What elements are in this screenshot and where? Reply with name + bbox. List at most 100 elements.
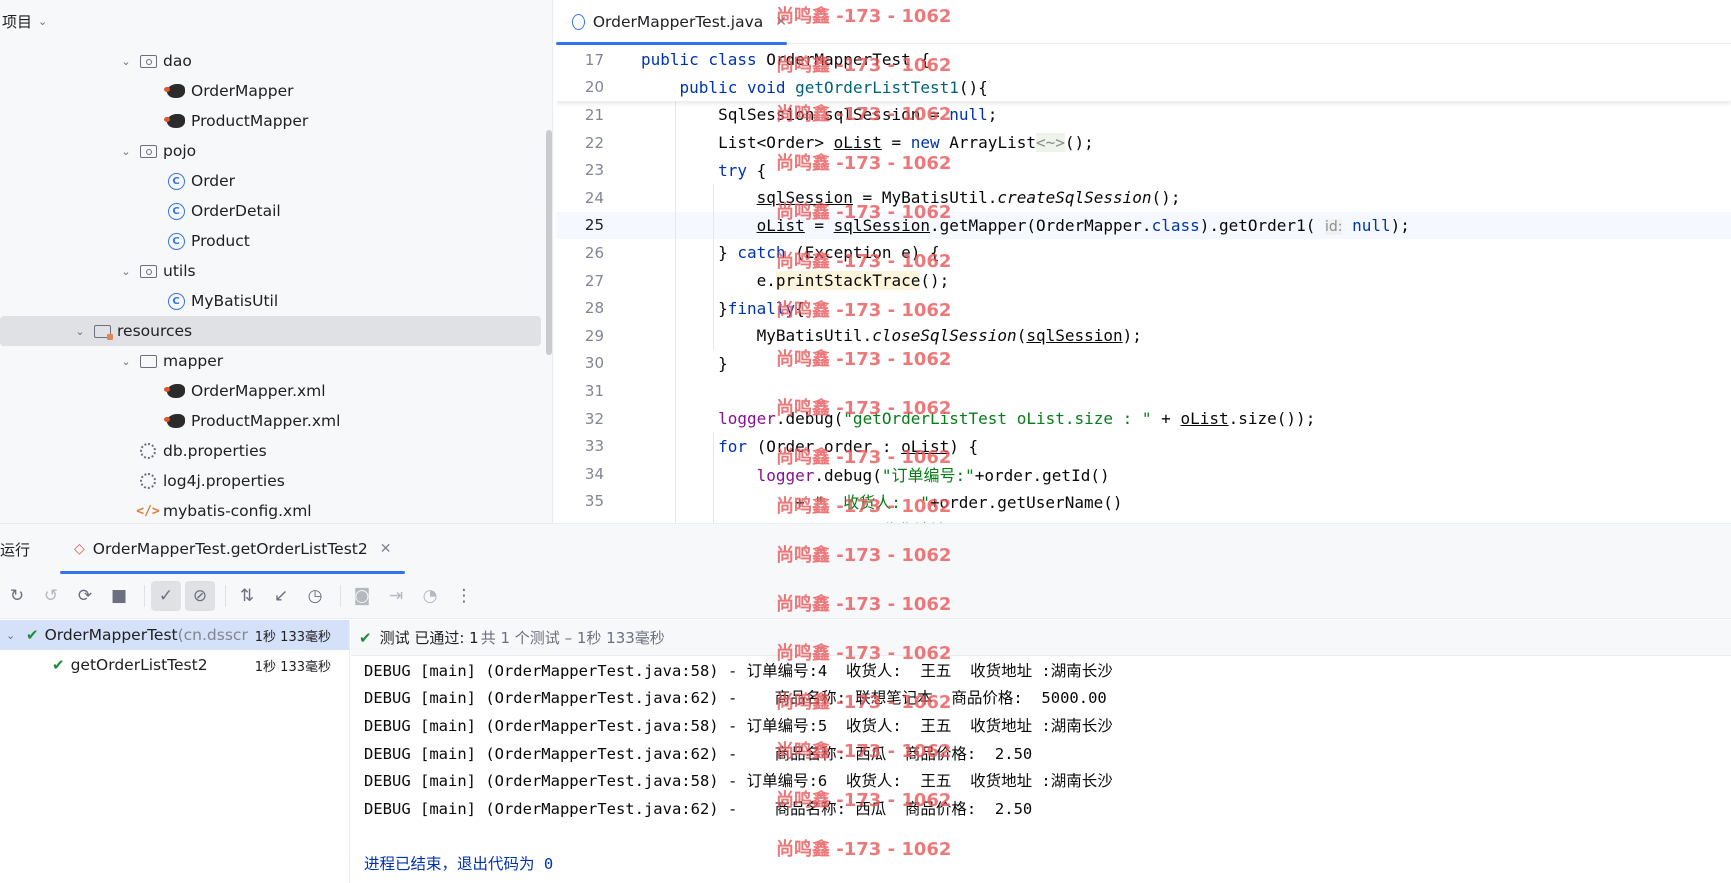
console-line[interactable]: DEBUG [main] (OrderMapperTest.java:62) -… xyxy=(364,684,1731,712)
code-line[interactable]: 20 public void getOrderListTest1(){ xyxy=(556,73,1731,102)
code-line[interactable]: 24 sqlSession = MyBatisUtil.createSqlSes… xyxy=(556,184,1731,212)
code-line[interactable]: 17 public class OrderMapperTest { xyxy=(556,46,1731,74)
test-status-text: 测试 已通过: 1 xyxy=(379,629,479,647)
tree-item-label: ProductMapper xyxy=(191,112,309,130)
tree-item[interactable]: ⌄ dao xyxy=(0,46,545,76)
mybatis-xml-icon xyxy=(164,412,186,430)
code-text[interactable]: logger.debug("订单编号:"+order.getId() xyxy=(641,462,1110,486)
console-line[interactable]: DEBUG [main] (OrderMapperTest.java:62) -… xyxy=(364,794,1731,822)
console-line[interactable] xyxy=(364,822,1731,850)
code-line[interactable]: 31 xyxy=(556,377,1731,405)
mybatis-xml-icon xyxy=(164,382,186,400)
tree-item[interactable]: log4j.properties xyxy=(0,466,545,496)
code-line[interactable]: 28 }finally{ xyxy=(556,294,1731,322)
code-line[interactable]: 26 } catch (Exception e) { xyxy=(556,239,1731,267)
chevron-down-icon[interactable]: ⌄ xyxy=(6,629,26,642)
process-exit-message[interactable]: 进程已结束，退出代码为 0 xyxy=(364,849,1731,877)
code-area[interactable]: 17 public class OrderMapperTest {20 publi… xyxy=(556,46,1731,523)
console-line[interactable]: DEBUG [main] (OrderMapperTest.java:58) -… xyxy=(364,711,1731,739)
code-line[interactable]: 21 SqlSession sqlSession = null; xyxy=(556,101,1731,129)
sort-icon[interactable]: ⇅ xyxy=(232,581,262,611)
tree-item[interactable]: C MyBatisUtil xyxy=(0,286,545,316)
line-number: 25 xyxy=(584,216,604,235)
code-text[interactable]: try { xyxy=(641,161,766,180)
code-text[interactable]: e.printStackTrace(); xyxy=(641,271,949,291)
code-line[interactable]: 35 + " 收货人: "+order.getUserName() xyxy=(556,488,1731,516)
console-line[interactable]: DEBUG [main] (OrderMapperTest.java:58) -… xyxy=(364,656,1731,684)
code-line[interactable]: 30 } xyxy=(556,350,1731,378)
tree-item[interactable]: ⌄ utils xyxy=(0,256,545,286)
code-text[interactable]: sqlSession = MyBatisUtil.createSqlSessio… xyxy=(641,188,1181,207)
toolbar-separator xyxy=(340,585,341,607)
run-tab[interactable]: ◇ OrderMapperTest.getOrderListTest2 ✕ xyxy=(60,524,406,574)
test-tree-item[interactable]: ⌄ ✔ OrderMapperTest (cn.dsscr 1秒 133毫秒 xyxy=(0,620,349,650)
indent-guide xyxy=(713,183,714,350)
code-text[interactable]: for (Order order : oList) { xyxy=(641,437,978,456)
stop-icon[interactable]: ■ xyxy=(104,581,134,611)
tree-item[interactable]: ⌄ mapper xyxy=(0,346,545,376)
passed-check-icon: ✔ xyxy=(26,626,39,644)
toggle-auto-test-icon[interactable]: ⟳ xyxy=(70,581,100,611)
project-scrollbar[interactable] xyxy=(546,130,552,355)
chevron-down-icon[interactable]: ⌄ xyxy=(118,355,134,368)
tree-item-label: log4j.properties xyxy=(163,472,285,490)
tree-item[interactable]: ⌄ pojo xyxy=(0,136,545,166)
code-text[interactable]: public class OrderMapperTest { xyxy=(641,50,930,69)
line-number: 20 xyxy=(584,78,604,97)
close-icon[interactable]: ✕ xyxy=(380,541,392,557)
test-tree-item[interactable]: ✔ getOrderListTest2 1秒 133毫秒 xyxy=(0,650,349,680)
more-icon[interactable]: ⋮ xyxy=(449,581,479,611)
editor-tab-ordermappertest[interactable]: OrderMapperTest.java ✕ xyxy=(556,0,787,45)
code-text[interactable]: logger.debug("getOrderListTest oList.siz… xyxy=(641,409,1315,428)
tree-item[interactable]: OrderMapper xyxy=(0,76,545,106)
code-text[interactable]: }finally{ xyxy=(641,299,805,318)
code-text[interactable]: MyBatisUtil.closeSqlSession(sqlSession); xyxy=(641,326,1142,345)
project-tree: ⌄ dao OrderMapper ProductMapper ⌄ pojo C Order C… xyxy=(0,46,545,523)
show-passed-icon[interactable]: ✓ xyxy=(151,581,181,611)
tree-item[interactable]: C OrderDetail xyxy=(0,196,545,226)
close-icon[interactable]: ✕ xyxy=(775,14,787,30)
test-class-icon xyxy=(572,14,585,30)
class-icon: C xyxy=(166,292,186,310)
rerun-icon[interactable]: ↻ xyxy=(2,581,32,611)
console-line[interactable]: DEBUG [main] (OrderMapperTest.java:62) -… xyxy=(364,739,1731,767)
chevron-down-icon[interactable]: ⌄ xyxy=(118,55,134,68)
tree-item[interactable]: </> mybatis-config.xml xyxy=(0,496,545,523)
project-view-selector[interactable]: 项目 ⌄ xyxy=(0,0,552,42)
code-line[interactable]: 22 List<Order> oList = new ArrayList<~>(… xyxy=(556,129,1731,157)
tree-item[interactable]: ⌄ resources xyxy=(0,316,541,346)
tree-item[interactable]: C Product xyxy=(0,226,545,256)
code-line[interactable]: 34 logger.debug("订单编号:"+order.getId() xyxy=(556,460,1731,488)
chevron-down-icon[interactable]: ⌄ xyxy=(118,265,134,278)
code-text[interactable]: public void getOrderListTest1(){ xyxy=(641,78,988,97)
history-icon[interactable]: ◷ xyxy=(300,581,330,611)
chevron-down-icon[interactable]: ⌄ xyxy=(72,325,88,338)
console-line[interactable]: DEBUG [main] (OrderMapperTest.java:58) -… xyxy=(364,766,1731,794)
collapse-icon[interactable]: ↙ xyxy=(266,581,296,611)
code-text[interactable]: List<Order> oList = new ArrayList<~>(); xyxy=(641,133,1094,153)
code-line[interactable]: 33 for (Order order : oList) { xyxy=(556,432,1731,460)
line-number: 21 xyxy=(584,105,604,124)
code-lines[interactable]: 21 SqlSession sqlSession = null; 22 List<… xyxy=(556,101,1731,523)
code-line[interactable]: 36 + " 收货地址 :"+order.getUserAddress()); xyxy=(556,515,1731,523)
line-number: 31 xyxy=(584,381,604,400)
properties-gear-icon xyxy=(138,472,158,490)
tree-item[interactable]: db.properties xyxy=(0,436,545,466)
tree-item[interactable]: OrderMapper.xml xyxy=(0,376,545,406)
camera-icon: ◙ xyxy=(353,586,371,606)
tree-item[interactable]: C Order xyxy=(0,166,545,196)
code-text[interactable]: } xyxy=(641,354,728,373)
code-line[interactable]: 27 e.printStackTrace(); xyxy=(556,267,1731,295)
code-line[interactable]: 32 logger.debug("getOrderListTest oList.… xyxy=(556,405,1731,433)
code-text[interactable]: SqlSession sqlSession = null; xyxy=(641,105,997,124)
code-line[interactable]: 29 MyBatisUtil.closeSqlSession(sqlSessio… xyxy=(556,322,1731,350)
chevron-down-icon[interactable]: ⌄ xyxy=(118,145,134,158)
code-text[interactable]: oList = sqlSession.getMapper(OrderMapper… xyxy=(641,216,1410,235)
tree-item[interactable]: ProductMapper.xml xyxy=(0,406,545,436)
code-text[interactable]: } catch (Exception e) { xyxy=(641,243,940,262)
tree-item[interactable]: ProductMapper xyxy=(0,106,545,136)
code-line[interactable]: 25 oList = sqlSession.getMapper(OrderMap… xyxy=(556,211,1731,240)
show-ignored-icon[interactable]: ⊘ xyxy=(185,581,215,611)
code-line[interactable]: 23 try { xyxy=(556,156,1731,184)
console-output[interactable]: DEBUG [main] (OrderMapperTest.java:58) -… xyxy=(351,656,1731,877)
